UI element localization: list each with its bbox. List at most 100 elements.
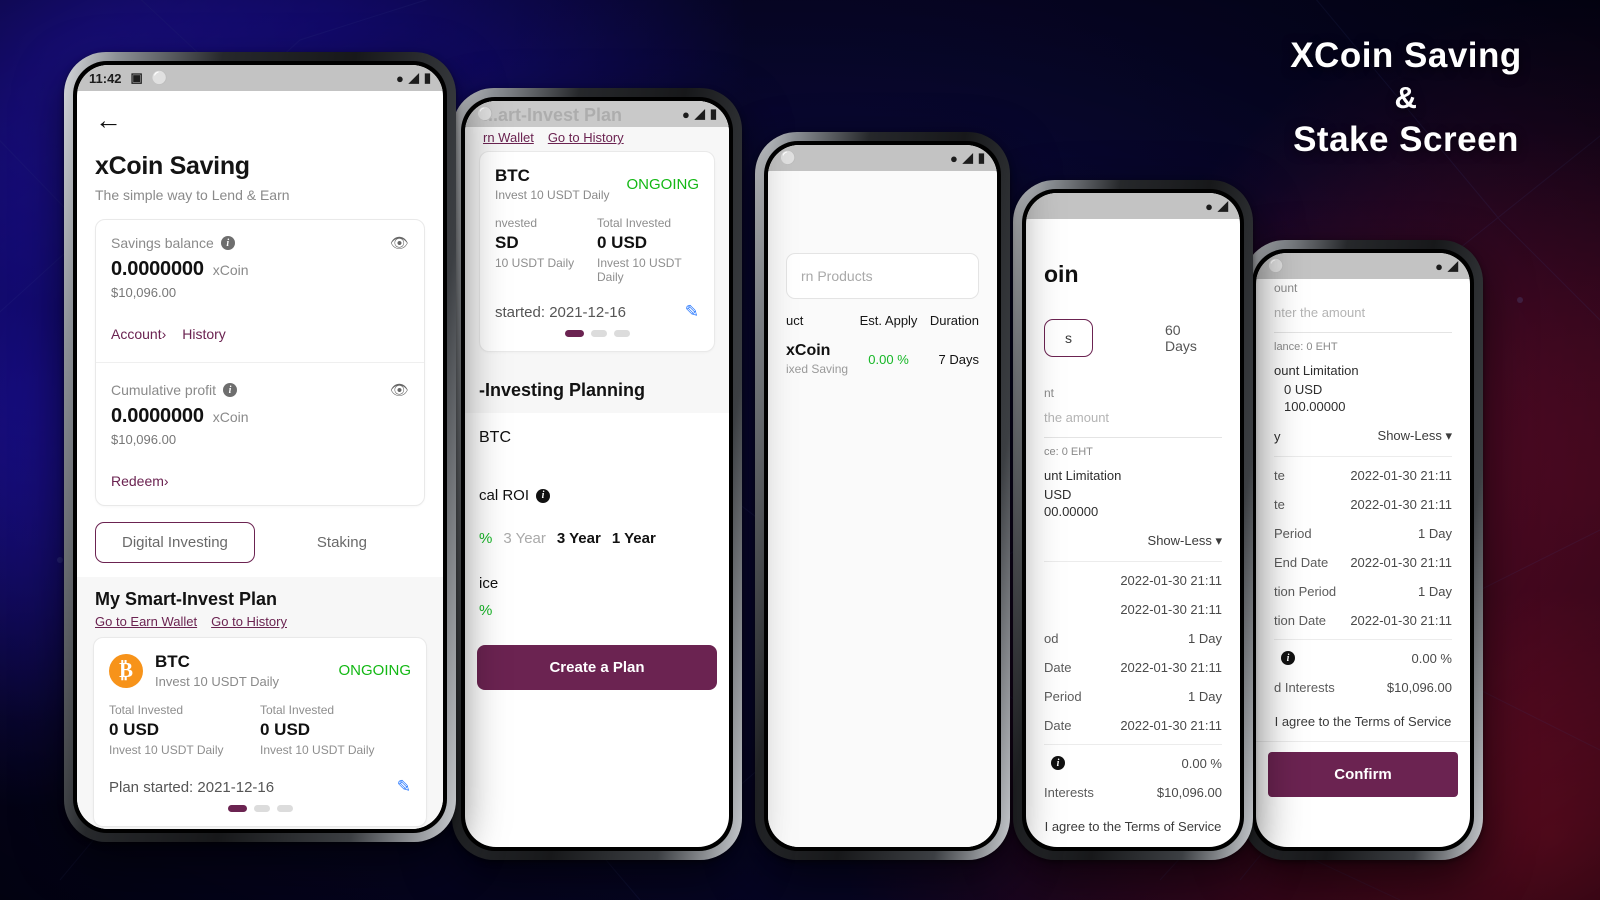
amount-label-5: ount xyxy=(1274,281,1298,295)
plan-status-2: ONGOING xyxy=(626,175,699,193)
wifi-icon: ● xyxy=(949,150,958,166)
status-time: 11:42 xyxy=(89,70,122,86)
table-row[interactable]: xCoin ixed Saving 0.00 % 7 Days xyxy=(786,328,979,390)
eye-icon[interactable]: 👁 xyxy=(390,234,409,252)
rate-row-4: i 0.00 % xyxy=(1044,749,1222,778)
wifi-icon: ● xyxy=(1435,258,1443,274)
status-bar-5: ⚪ ● ◢ xyxy=(1256,253,1470,279)
summary-toggle-5[interactable]: Show-Less ▾ xyxy=(1378,428,1452,444)
column-duration: Duration xyxy=(929,313,979,328)
plan-coin: BTC xyxy=(155,652,190,671)
plan-status-badge: ONGOING xyxy=(338,662,411,679)
back-arrow-icon[interactable]: ← xyxy=(95,91,425,138)
plan-coin-2: BTC xyxy=(495,166,530,185)
dot[interactable] xyxy=(564,330,584,337)
tab-digital-investing[interactable]: Digital Investing xyxy=(95,522,255,563)
signal-icon: ◢ xyxy=(962,150,973,165)
amount-input-4[interactable]: the amount xyxy=(1044,400,1222,438)
plan-col2-label: Total Invested xyxy=(260,703,335,717)
dot[interactable] xyxy=(253,805,270,812)
plan-col1-value-2: SD xyxy=(495,233,519,252)
summary-toggle-4[interactable]: Show-Less ▾ xyxy=(1148,533,1222,549)
roi-value-2[interactable]: 3 Year xyxy=(557,530,601,547)
info-icon[interactable]: i xyxy=(220,236,235,250)
signal-icon: ◢ xyxy=(694,106,705,121)
dot[interactable] xyxy=(590,330,607,337)
product-name: xCoin xyxy=(786,342,831,359)
dnd-icon: ⚪ xyxy=(151,70,169,85)
column-est-apply: Est. Apply xyxy=(859,313,918,328)
divider xyxy=(1274,639,1452,640)
info-icon[interactable]: i xyxy=(1281,651,1295,665)
link-earn-wallet-2[interactable]: rn Wallet xyxy=(483,130,534,145)
summary-row: 2022-01-30 21:11 xyxy=(1120,602,1222,617)
info-icon[interactable]: i xyxy=(536,488,551,503)
signal-icon: ◢ xyxy=(408,70,419,85)
confirm-button[interactable]: Confirm xyxy=(1268,752,1458,797)
carousel-dots-2[interactable] xyxy=(495,330,699,337)
pencil-icon[interactable]: ✎ xyxy=(397,777,411,797)
roi-value-3[interactable]: 1 Year xyxy=(612,530,656,547)
wifi-icon: ● xyxy=(395,70,404,86)
dot[interactable] xyxy=(276,805,293,812)
divider xyxy=(1274,456,1452,457)
summary-row: tion Date 2022-01-30 21:11 xyxy=(1274,613,1452,628)
dot[interactable] xyxy=(227,805,247,812)
info-icon[interactable]: i xyxy=(1051,756,1065,770)
carousel-dots[interactable] xyxy=(109,805,411,812)
cumulative-profit-usd: $10,096.00 xyxy=(111,432,177,447)
link-account[interactable]: Account› xyxy=(111,326,166,342)
link-history[interactable]: History xyxy=(182,326,226,342)
plan-col2-value: 0 USD xyxy=(260,720,311,739)
search-input-3[interactable]: rn Products xyxy=(786,253,979,299)
duration-chip-30[interactable]: s xyxy=(1044,319,1093,357)
limit-max-5: 100.00000 xyxy=(1284,399,1346,414)
interest-row-5: d Interests $10,096.00 xyxy=(1274,680,1452,695)
coin-title-4: oin xyxy=(1044,261,1079,287)
terms-agreement-4[interactable]: I agree to the Terms of Service xyxy=(1044,807,1222,846)
savings-balance-usd: $10,096.00 xyxy=(111,285,177,300)
summary-row: te 2022-01-30 21:11 xyxy=(1274,497,1452,512)
tab-staking[interactable]: Staking xyxy=(291,523,393,562)
summary-row: Date 2022-01-30 21:11 xyxy=(1044,660,1222,675)
balance-text-4: ce: 0 EHT xyxy=(1044,446,1093,458)
plan-col1-label-2: nvested xyxy=(495,216,538,230)
battery-icon: ▮ xyxy=(977,150,985,165)
pencil-icon[interactable]: ✎ xyxy=(685,302,699,322)
wifi-icon: ● xyxy=(1205,198,1213,214)
phone-5-stake-confirm: ⚪ ● ◢ ount nter the amount lance: 0 EHT … xyxy=(1243,240,1483,860)
planning-coin-2: BTC xyxy=(479,429,511,446)
plan-card[interactable]: ₿ BTC Invest 10 USDT Daily ONGOING Total… xyxy=(93,637,427,827)
signal-icon: ◢ xyxy=(1218,198,1228,213)
link-history-2[interactable]: Go to History xyxy=(548,130,624,145)
plan-card-2[interactable]: BTC Invest 10 USDT Daily ONGOING nvested… xyxy=(479,151,715,352)
amount-label-4: nt xyxy=(1044,386,1055,400)
rate-row-5: i 0.00 % xyxy=(1274,644,1452,673)
link-redeem[interactable]: Redeem› xyxy=(111,473,169,489)
link-go-to-history[interactable]: Go to History xyxy=(211,614,287,629)
poster-title-line-1: XCoin Saving xyxy=(1290,36,1522,75)
price-value-2: % xyxy=(479,602,493,619)
divider xyxy=(1044,561,1222,562)
status-bar-1: 11:42 ▣ ⚪ ● ◢ ▮ xyxy=(77,65,443,91)
products-table-header: uct Est. Apply Duration xyxy=(786,299,979,328)
chevron-down-icon: ▾ xyxy=(1215,533,1222,548)
roi-value-1[interactable]: 3 Year xyxy=(503,530,546,547)
poster-title-line-2: & xyxy=(1394,80,1418,115)
phone-4-stake-detail: ● ◢ oin s 60 Days nt the amount ce: 0 EH… xyxy=(1013,180,1253,860)
plan-col2-value-2: 0 USD xyxy=(597,233,648,252)
status-bar-2: ⚪ ● ◢ ▮ xyxy=(465,101,729,127)
battery-icon: ▮ xyxy=(709,106,717,121)
dnd-icon: ⚪ xyxy=(1268,258,1285,273)
duration-chip-60[interactable]: 60 Days xyxy=(1145,312,1222,364)
create-plan-button[interactable]: Create a Plan xyxy=(477,645,717,690)
amount-input-5[interactable]: nter the amount xyxy=(1274,295,1452,333)
info-icon[interactable]: i xyxy=(223,383,238,397)
terms-agreement-5[interactable]: I agree to the Terms of Service xyxy=(1274,702,1452,741)
dot[interactable] xyxy=(613,330,630,337)
roi-value-0: % xyxy=(479,530,493,547)
plan-coin-sub: Invest 10 USDT Daily xyxy=(155,674,280,689)
link-earn-wallet[interactable]: Go to Earn Wallet xyxy=(95,614,197,629)
plan-started-2: started: 2021-12-16 xyxy=(495,303,626,321)
eye-icon[interactable]: 👁 xyxy=(390,381,409,399)
